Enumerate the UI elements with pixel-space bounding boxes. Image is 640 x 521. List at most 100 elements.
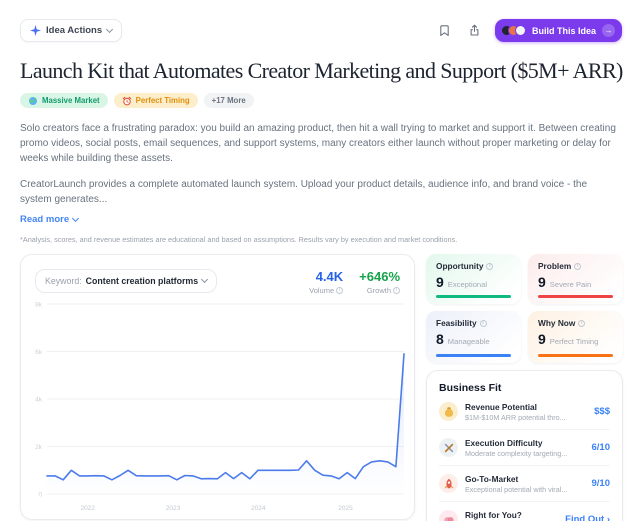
tag-perfect-timing[interactable]: Perfect Timing (113, 93, 198, 108)
growth-value: +646% (359, 269, 400, 284)
top-action-bar: Idea Actions Build This Idea → (20, 18, 622, 43)
svg-text:4k: 4k (35, 396, 43, 403)
sparkle-icon (30, 25, 41, 36)
build-this-idea-button[interactable]: Build This Idea → (494, 19, 622, 42)
svg-text:0: 0 (38, 491, 42, 498)
alarm-clock-icon (122, 96, 131, 105)
info-icon[interactable]: i (486, 262, 494, 270)
build-button-label: Build This Idea (531, 25, 596, 36)
volume-label: Volume (309, 286, 335, 295)
tag-label: +17 More (211, 96, 246, 105)
tag-label: Perfect Timing (135, 96, 190, 105)
score-bar (436, 295, 511, 298)
business-fit-title: Business Fit (439, 382, 502, 394)
share-button[interactable] (465, 21, 485, 41)
tools-icon (444, 443, 453, 452)
business-fit-card: Business Fit Revenue Potential $1M-$10M … (426, 370, 623, 521)
volume-value: 4.4K (315, 269, 344, 284)
growth-stat: +646% Growth i (359, 269, 400, 295)
read-more-link[interactable]: Read more (20, 214, 80, 225)
svg-text:2024: 2024 (251, 505, 266, 512)
keyword-dropdown[interactable]: Keyword: Content creation platforms (35, 269, 218, 293)
tag-more-count[interactable]: +17 More (203, 93, 254, 108)
fit-row-subtitle: Moderate complexity targeting... (465, 448, 568, 458)
fit-row-title: Right for You? (465, 509, 522, 520)
fit-row-title: Go-To-Market (465, 473, 519, 484)
score-title: Problem (538, 261, 572, 271)
fit-row-right-for-you: Right for You? Ideal for tech-savvy foun… (439, 502, 610, 521)
idea-actions-label: Idea Actions (46, 25, 103, 36)
brain-icon (443, 516, 454, 521)
share-icon (471, 24, 479, 36)
score-card-problem: Problem i 9 Severe Pain (528, 254, 623, 304)
score-number: 9 (538, 331, 546, 347)
fit-row-revenue-potential: Revenue Potential $1M-$10M ARR potential… (439, 394, 610, 430)
volume-stat: 4.4K Volume i (309, 269, 344, 295)
tag-list: Massive Market Perfect Timing +17 More (20, 93, 620, 108)
info-icon[interactable]: i (479, 319, 487, 327)
ai-tool-avatars (500, 25, 526, 36)
keyword-trend-card: Keyword: Content creation platforms 4.4K… (20, 254, 415, 520)
keyword-value: Content creation platforms (85, 276, 199, 286)
score-title: Feasibility (436, 318, 477, 328)
svg-text:2023: 2023 (166, 505, 181, 512)
tag-label: Massive Market (42, 96, 100, 105)
main-content: Keyword: Content creation platforms 4.4K… (20, 254, 623, 521)
fit-row-title: Revenue Potential (465, 401, 537, 412)
info-icon[interactable]: i (393, 287, 400, 294)
description-paragraph-2: CreatorLaunch provides a complete automa… (20, 179, 588, 205)
growth-label: Growth (366, 286, 391, 295)
score-card-opportunity: Opportunity i 9 Exceptional (426, 254, 521, 304)
tag-massive-market[interactable]: Massive Market (20, 93, 108, 108)
score-descriptor: Severe Pain (549, 280, 592, 289)
scores-column: Opportunity i 9 Exceptional Problem i 9 … (426, 254, 623, 521)
svg-text:8k: 8k (35, 301, 43, 308)
svg-text:2k: 2k (35, 444, 43, 451)
score-bar (436, 354, 511, 357)
rocket-icon (444, 478, 453, 488)
fit-row-value: $$$ (594, 406, 610, 417)
score-descriptor: Exceptional (447, 280, 488, 289)
globe-icon (29, 96, 37, 105)
score-bar (538, 354, 613, 357)
bookmark-icon (440, 25, 450, 36)
ai-avatar-light (514, 25, 526, 36)
fit-row-subtitle: $1M-$10M ARR potential thro... (465, 412, 566, 422)
info-icon[interactable]: i (336, 287, 344, 294)
score-grid: Opportunity i 9 Exceptional Problem i 9 … (426, 254, 623, 363)
description-paragraph-1: Solo creators face a frustrating paradox… (20, 123, 616, 164)
bookmark-button[interactable] (435, 21, 455, 41)
score-card-why-now: Why Now i 9 Perfect Timing (528, 311, 623, 363)
arrow-right-icon: → (602, 24, 615, 37)
fit-row-subtitle: Exceptional potential with viral... (465, 484, 568, 494)
info-icon[interactable]: i (578, 319, 586, 327)
svg-text:6k: 6k (35, 349, 43, 356)
score-bar (538, 295, 613, 298)
idea-actions-button[interactable]: Idea Actions (20, 19, 123, 42)
find-out-link[interactable]: Find Out › (565, 514, 610, 521)
info-icon[interactable]: i (574, 262, 582, 270)
score-descriptor: Perfect Timing (549, 337, 599, 346)
svg-text:2022: 2022 (80, 505, 95, 512)
keyword-label: Keyword: (45, 276, 82, 286)
fit-row-execution-difficulty: Execution Difficulty Moderate complexity… (439, 430, 610, 466)
score-card-feasibility: Feasibility i 8 Manageable (426, 311, 521, 363)
fit-row-value: 6/10 (591, 442, 611, 453)
chevron-down-icon (72, 214, 80, 223)
svg-text:2025: 2025 (338, 505, 353, 512)
page-title: Launch Kit that Automates Creator Market… (20, 58, 623, 83)
fit-row-go-to-market: Go-To-Market Exceptional potential with … (439, 466, 610, 502)
score-descriptor: Manageable (447, 337, 490, 346)
fit-row-value: 9/10 (591, 478, 611, 489)
score-number: 8 (436, 331, 444, 347)
read-more-label: Read more (20, 214, 70, 225)
trend-chart: 0 2k 4k 6k 8k 2022 2023 2024 2025 (35, 301, 405, 512)
idea-detail-page: Idea Actions Build This Idea → Launch Ki… (0, 18, 640, 521)
chevron-down-icon (201, 275, 209, 284)
score-title: Opportunity (436, 261, 484, 271)
money-bag-icon (444, 406, 453, 417)
score-title: Why Now (538, 318, 576, 328)
score-number: 9 (538, 274, 546, 290)
score-number: 9 (436, 274, 444, 290)
disclaimer-text: *Analysis, scores, and revenue estimates… (20, 235, 458, 244)
